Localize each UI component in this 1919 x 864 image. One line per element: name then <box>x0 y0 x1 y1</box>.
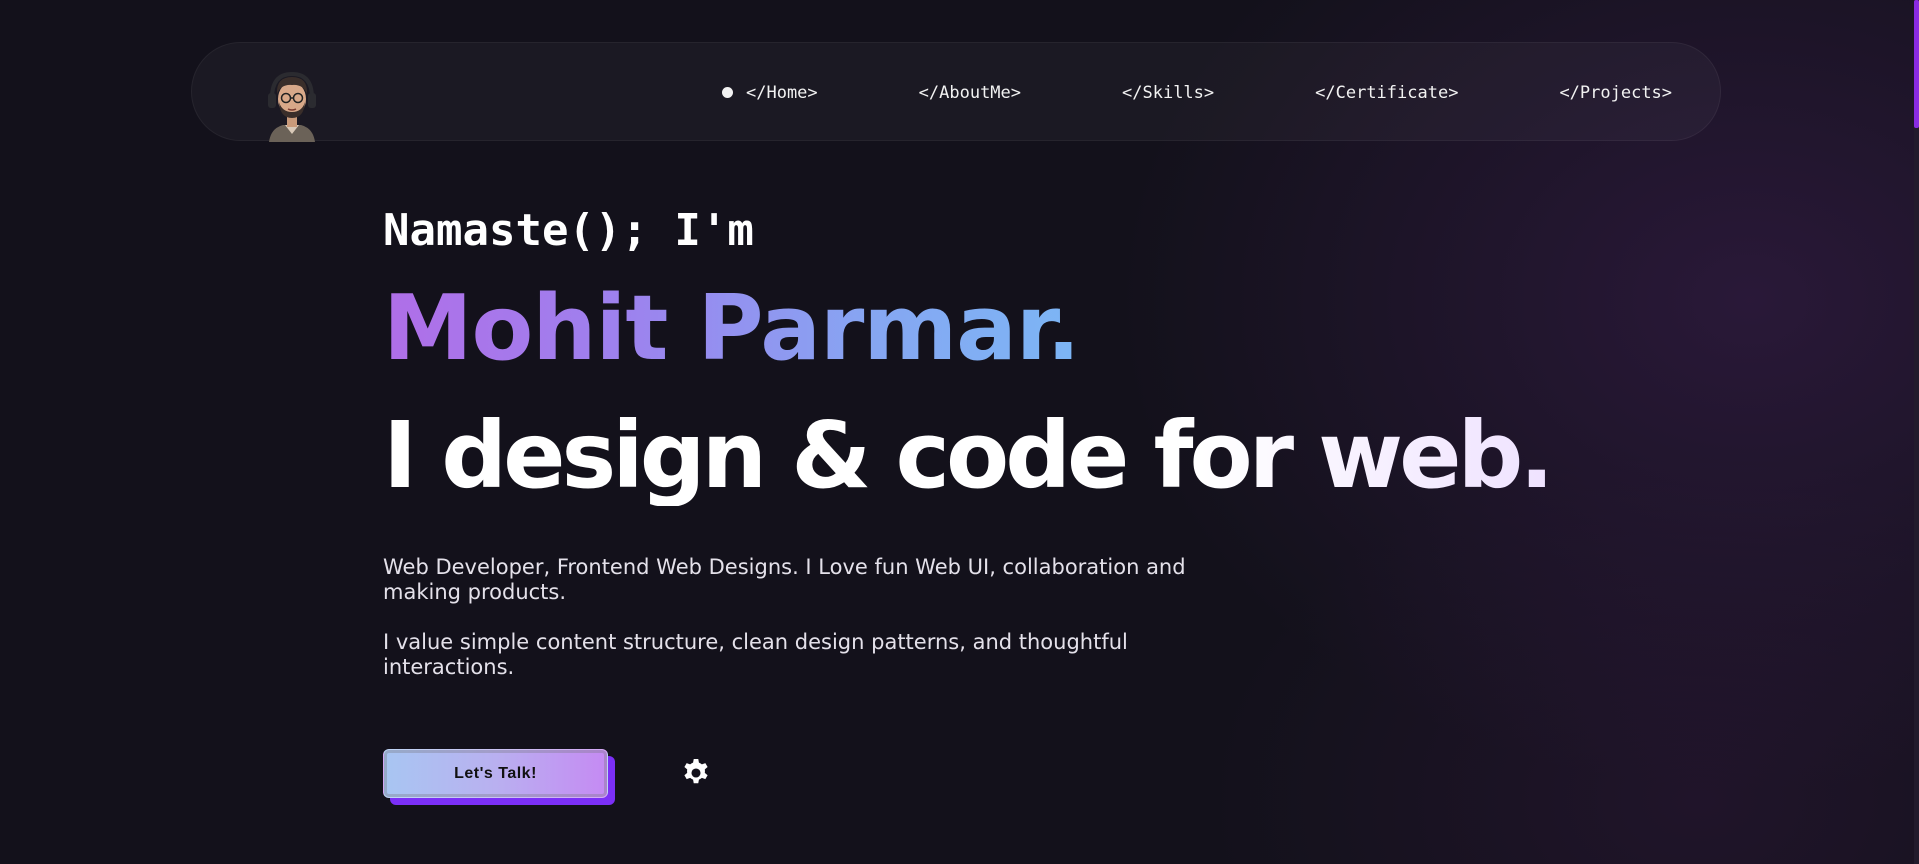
nav-item-label: </AboutMe> <box>918 82 1022 103</box>
navbar: </Home> </AboutMe> </Skills> </Certifica… <box>191 42 1721 142</box>
nav-item-certificate[interactable]: </Certificate> <box>1315 83 1458 103</box>
nav-item-label: </Home> <box>746 82 818 103</box>
nav-item-label: </Projects> <box>1559 82 1673 103</box>
nav-menu: </Home> </AboutMe> </Skills> </Certifica… <box>722 43 1672 142</box>
scrollbar-track[interactable] <box>1914 0 1919 864</box>
cta-wrapper: Let's Talk! <box>383 749 615 806</box>
scrollbar-thumb[interactable] <box>1914 0 1919 128</box>
nav-item-label: </Certificate> <box>1315 82 1459 103</box>
gear-icon <box>684 759 708 784</box>
nav-item-projects[interactable]: </Projects> <box>1559 83 1672 103</box>
avatar-icon <box>268 71 316 142</box>
nav-item-skills[interactable]: </Skills> <box>1122 83 1214 103</box>
hero-tagline: I design & code for web. <box>383 402 1554 509</box>
nav-item-aboutme[interactable]: </AboutMe> <box>919 83 1021 103</box>
nav-item-label: </Skills> <box>1122 82 1215 103</box>
dot-icon <box>722 87 733 98</box>
greeting-text: Namaste(); I'm <box>383 205 754 256</box>
avatar[interactable] <box>263 68 321 142</box>
intro-paragraph: Web Developer, Frontend Web Designs. I L… <box>383 555 1186 604</box>
hero-name: Mohit Parmar. <box>383 276 1081 381</box>
settings-button[interactable] <box>679 756 713 790</box>
nav-item-home[interactable]: </Home> <box>722 83 818 103</box>
lets-talk-button[interactable]: Let's Talk! <box>383 749 608 798</box>
values-paragraph: I value simple content structure, clean … <box>383 630 1128 679</box>
